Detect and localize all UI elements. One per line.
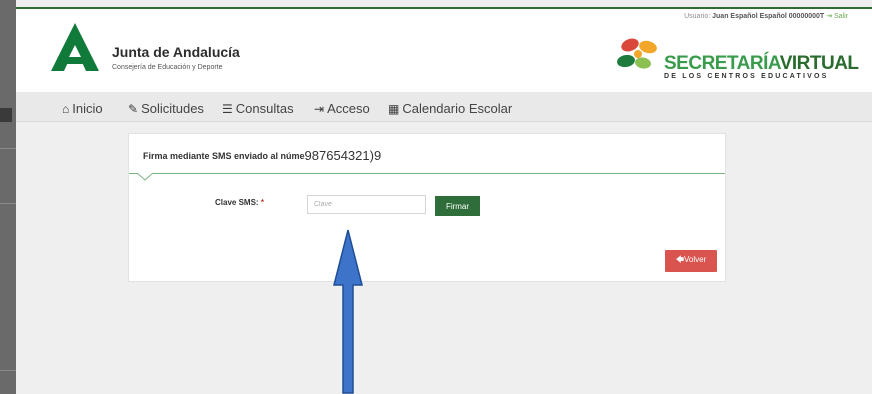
- required-mark: *: [260, 198, 264, 207]
- panel-title: Firma mediante SMS enviado al núme987654…: [143, 147, 382, 163]
- secretaria-virtual-logo-icon[interactable]: [616, 37, 662, 73]
- user-bar: Usuario: Juan Español Español 00000000T …: [684, 12, 848, 20]
- site-header: Usuario: Juan Español Español 00000000T …: [16, 9, 872, 92]
- clave-sms-label-text: Clave SMS:: [215, 198, 259, 207]
- logout-icon: ⇥: [826, 13, 833, 20]
- nav-label: Inicio: [72, 101, 103, 116]
- nav-label: Solicitudes: [141, 101, 204, 116]
- panel-title-text: Firma mediante SMS enviado al núme: [143, 151, 305, 161]
- nav-item-acceso[interactable]: ⇥ Acceso: [314, 101, 370, 116]
- pencil-icon: ✎: [128, 101, 139, 116]
- background-divider: [0, 148, 16, 149]
- sms-signature-panel: Firma mediante SMS enviado al núme987654…: [128, 133, 726, 282]
- list-icon: ☰: [222, 101, 233, 116]
- nav-label: Calendario Escolar: [402, 101, 513, 116]
- sign-in-icon: ⇥: [314, 101, 325, 116]
- nav-item-calendario-escolar[interactable]: ▦ Calendario Escolar: [388, 101, 512, 116]
- sv-title-part1: SECRETARÍA: [664, 53, 780, 74]
- logout-label: Salir: [833, 13, 848, 20]
- nav-item-consultas[interactable]: ☰ Consultas: [222, 101, 294, 116]
- nav-label: Acceso: [327, 101, 370, 116]
- nav-item-inicio[interactable]: ⌂ Inicio: [62, 101, 103, 116]
- home-icon: ⌂: [62, 101, 70, 116]
- sv-title-part2: VIRTUAL: [779, 53, 859, 74]
- logout-link[interactable]: ⇥ Salir: [826, 13, 848, 20]
- secretaria-virtual-subtitle: DE LOS CENTROS EDUCATIVOS: [664, 73, 829, 80]
- panel-header: Firma mediante SMS enviado al núme987654…: [129, 134, 725, 174]
- junta-andalucia-logo-icon[interactable]: [46, 21, 104, 73]
- nav-item-solicitudes[interactable]: ✎ Solicitudes: [128, 101, 204, 116]
- phone-number: 987654321)9: [304, 148, 382, 163]
- secretaria-virtual-title: SECRETARÍAVIRTUAL: [664, 53, 859, 75]
- main-nav: ⌂ Inicio ✎ Solicitudes ☰ Consultas ⇥ Acc…: [16, 92, 872, 122]
- volver-button[interactable]: 🡄Volver: [665, 250, 717, 272]
- org-title: Junta de Andalucía: [112, 44, 240, 60]
- background-divider: [0, 370, 16, 371]
- arrow-left-icon: 🡄: [675, 255, 685, 264]
- org-subtitle: Consejería de Educación y Deporte: [112, 64, 223, 71]
- panel-header-notch: [137, 173, 153, 181]
- clave-sms-label: Clave SMS: *: [215, 198, 264, 207]
- background-fragment-dark: [0, 108, 12, 122]
- firmar-button[interactable]: Firmar: [435, 196, 480, 216]
- background-page-strip: [0, 0, 16, 394]
- user-name: Juan Español Español 00000000T: [712, 13, 825, 20]
- clave-sms-input[interactable]: [307, 195, 426, 214]
- calendar-icon: ▦: [388, 101, 400, 116]
- page: Usuario: Juan Español Español 00000000T …: [16, 0, 872, 394]
- user-label: Usuario:: [684, 13, 711, 20]
- background-divider: [0, 203, 16, 204]
- nav-label: Consultas: [235, 101, 294, 116]
- annotation-arrow-icon: [333, 229, 363, 394]
- volver-label: Volver: [684, 255, 707, 264]
